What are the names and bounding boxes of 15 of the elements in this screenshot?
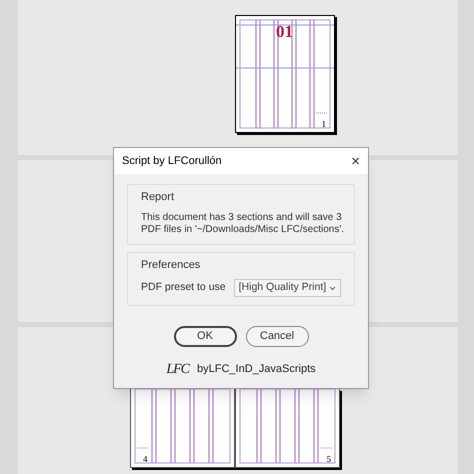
dialog-button[interactable]: OK — [174, 326, 236, 347]
close-button[interactable]: × — [351, 154, 360, 168]
dialog-button[interactable]: Cancel — [246, 326, 308, 347]
report-message: This document has 3 sections and will save 3 PDF files in '~/Downloads/Misc LFC/sections'. — [141, 212, 346, 236]
page-number: 5 — [326, 455, 331, 464]
preset-dropdown[interactable]: [High Quality Print] — [234, 279, 341, 297]
footer-text: byLFC_InD_JavaScripts — [197, 362, 316, 378]
logo: LFC — [166, 361, 190, 379]
field-label: PDF preset to use — [141, 280, 226, 296]
group-title: Preferences — [141, 258, 202, 272]
group-title: Report — [141, 190, 176, 205]
chevron-down-icon — [329, 286, 336, 290]
page-number: 4 — [143, 455, 148, 464]
page-number: 1 — [322, 120, 326, 129]
window-title: Script by LFCorullón — [122, 154, 222, 169]
